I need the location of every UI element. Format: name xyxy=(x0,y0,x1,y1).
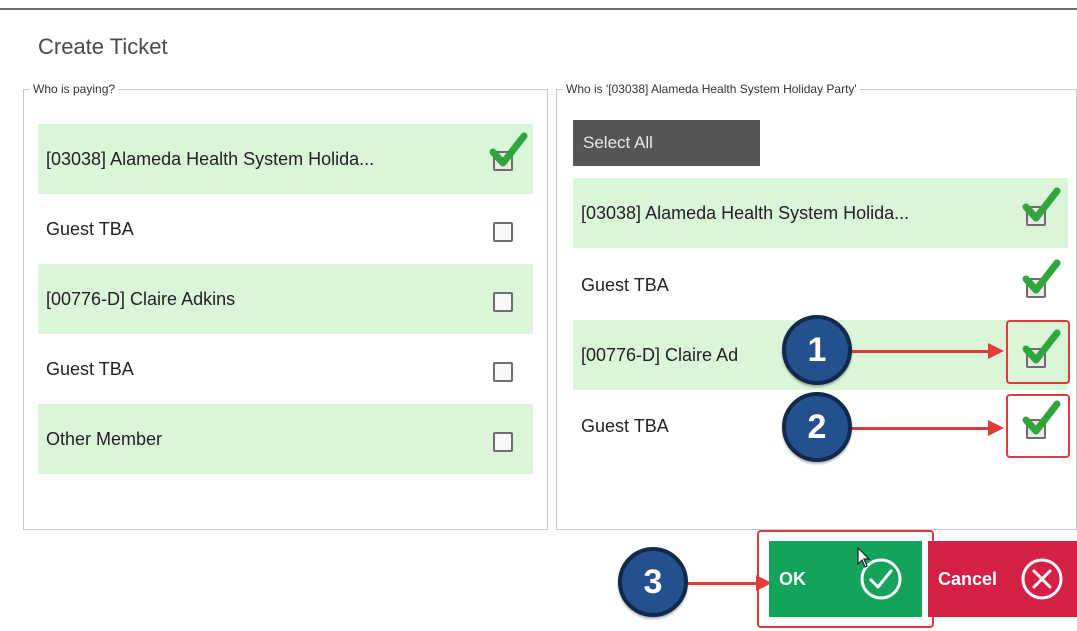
payer-row-label: [03038] Alameda Health System Holida... xyxy=(46,148,375,169)
check-icon xyxy=(489,132,528,167)
who-is-paying-legend: Who is paying? xyxy=(33,82,116,96)
annotation-highlight-box xyxy=(1006,394,1070,458)
annotation-arrow xyxy=(850,343,1004,359)
attendee-row-label: Guest TBA xyxy=(581,274,669,295)
payer-row-label: Guest TBA xyxy=(46,218,134,239)
payer-checkbox[interactable] xyxy=(493,292,513,312)
annotation-highlight-box xyxy=(1006,320,1070,384)
check-icon xyxy=(1022,259,1061,294)
attendee-row[interactable]: [03038] Alameda Health System Holida... xyxy=(573,178,1068,248)
payer-checkbox[interactable] xyxy=(493,432,513,452)
payer-row[interactable]: [00776-D] Claire Adkins xyxy=(38,264,533,334)
window-top-border xyxy=(0,8,1077,10)
ok-button-label: OK xyxy=(779,569,806,589)
cancel-button[interactable]: Cancel xyxy=(928,541,1077,617)
cancel-button-label: Cancel xyxy=(938,569,998,589)
annotation-badge: 2 xyxy=(782,392,852,462)
paying-for-legend: Who is '[03038] Alameda Health System Ho… xyxy=(566,82,857,96)
payer-row-label: [00776-D] Claire Adkins xyxy=(46,288,236,309)
ok-button[interactable]: OK xyxy=(769,541,922,617)
attendee-row[interactable]: Guest TBA xyxy=(573,250,1068,320)
payer-row[interactable]: [03038] Alameda Health System Holida... xyxy=(38,124,533,194)
payer-row[interactable]: Other Member xyxy=(38,404,533,474)
dialog-title: Create Ticket xyxy=(38,34,168,59)
payer-row[interactable]: Guest TBA xyxy=(38,334,533,404)
check-icon xyxy=(1022,187,1061,222)
payer-checkbox[interactable] xyxy=(493,222,513,242)
select-all-button[interactable]: Select All xyxy=(573,120,760,166)
mouse-cursor-icon xyxy=(857,547,871,568)
annotation-arrow xyxy=(850,420,1004,436)
payer-row-label: Guest TBA xyxy=(46,358,134,379)
payer-checkbox[interactable] xyxy=(493,362,513,382)
x-circle-icon xyxy=(1021,558,1063,600)
annotation-badge: 3 xyxy=(618,547,688,617)
attendee-row-label: [03038] Alameda Health System Holida... xyxy=(581,202,910,223)
payer-row-label: Other Member xyxy=(46,428,163,449)
annotation-badge: 1 xyxy=(782,315,852,385)
payer-row[interactable]: Guest TBA xyxy=(38,194,533,264)
annotation-arrow xyxy=(688,575,772,591)
